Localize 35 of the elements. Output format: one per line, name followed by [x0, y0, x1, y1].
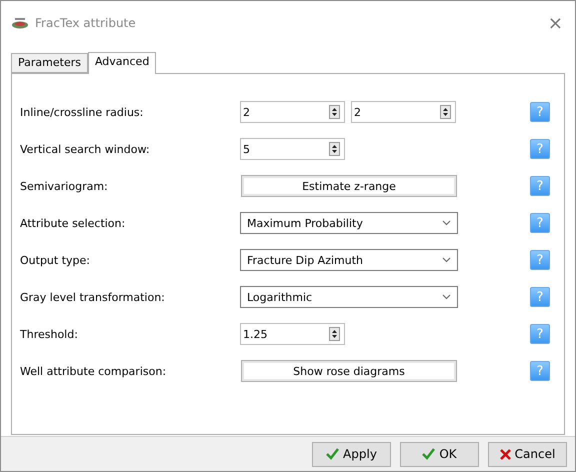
- spin-field[interactable]: 5: [240, 138, 345, 160]
- spin-field[interactable]: 2: [240, 101, 345, 123]
- check-icon: [422, 448, 436, 460]
- dialog-button[interactable]: OK: [400, 442, 479, 466]
- dialog-button[interactable]: Apply: [312, 442, 391, 466]
- spin-arrows-icon[interactable]: [329, 142, 340, 156]
- tab[interactable]: Parameters: [11, 53, 88, 73]
- action-button[interactable]: Show rose diagrams: [241, 360, 457, 382]
- spin-arrows-icon[interactable]: [329, 105, 340, 119]
- chevron-icon: [442, 220, 451, 226]
- dropdown[interactable]: Fracture Dip Azimuth: [240, 249, 458, 271]
- window-title: FracTex attribute: [35, 16, 137, 30]
- field-label: Well attribute comparison:: [19, 364, 168, 378]
- field-label: Semivariogram:: [19, 180, 109, 192]
- dialog-button[interactable]: Cancel: [488, 442, 567, 466]
- field-label: Output type:: [19, 254, 91, 266]
- close-button[interactable]: ×: [548, 12, 563, 34]
- close-icon: [500, 448, 511, 460]
- field-label: Inline/crossline radius:: [19, 106, 144, 118]
- field-label: Threshold:: [19, 328, 79, 340]
- action-button[interactable]: Estimate z-range: [241, 175, 457, 197]
- check-icon: [326, 448, 340, 460]
- field-label: Vertical search window:: [19, 142, 151, 156]
- field-label: Attribute selection:: [19, 216, 126, 230]
- chevron-icon: [442, 294, 451, 300]
- chevron-icon: [442, 257, 451, 263]
- spin-field[interactable]: 1.25: [240, 323, 345, 345]
- spin-arrows-icon[interactable]: [440, 105, 451, 119]
- dropdown[interactable]: Maximum Probability: [240, 212, 458, 234]
- spin-arrows-icon[interactable]: [329, 327, 340, 341]
- app-icon: [11, 17, 29, 29]
- tab[interactable]: Advanced: [88, 52, 156, 74]
- spin-field[interactable]: 2: [351, 101, 456, 123]
- dropdown[interactable]: Logarithmic: [240, 286, 458, 308]
- field-label: Gray level transformation:: [19, 290, 166, 304]
